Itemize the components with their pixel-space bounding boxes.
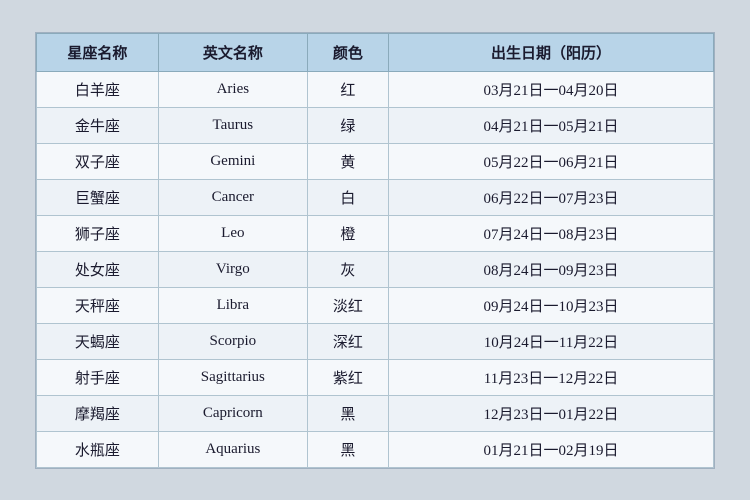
table-row: 狮子座Leo橙07月24日一08月23日 [37, 215, 714, 251]
cell-date: 03月21日一04月20日 [389, 71, 714, 107]
cell-english: Capricorn [158, 395, 307, 431]
cell-date: 12月23日一01月22日 [389, 395, 714, 431]
cell-date: 05月22日一06月21日 [389, 143, 714, 179]
table-row: 射手座Sagittarius紫红11月23日一12月22日 [37, 359, 714, 395]
cell-english: Aquarius [158, 431, 307, 467]
cell-date: 07月24日一08月23日 [389, 215, 714, 251]
table-row: 天秤座Libra淡红09月24日一10月23日 [37, 287, 714, 323]
cell-english: Cancer [158, 179, 307, 215]
zodiac-table: 星座名称 英文名称 颜色 出生日期（阳历） 白羊座Aries红03月21日一04… [36, 33, 714, 468]
cell-color: 红 [307, 71, 388, 107]
cell-color: 灰 [307, 251, 388, 287]
table-row: 处女座Virgo灰08月24日一09月23日 [37, 251, 714, 287]
cell-english: Taurus [158, 107, 307, 143]
cell-date: 04月21日一05月21日 [389, 107, 714, 143]
cell-english: Scorpio [158, 323, 307, 359]
cell-color: 白 [307, 179, 388, 215]
cell-date: 11月23日一12月22日 [389, 359, 714, 395]
cell-color: 黄 [307, 143, 388, 179]
cell-date: 09月24日一10月23日 [389, 287, 714, 323]
cell-english: Aries [158, 71, 307, 107]
cell-color: 绿 [307, 107, 388, 143]
cell-date: 01月21日一02月19日 [389, 431, 714, 467]
cell-chinese: 双子座 [37, 143, 159, 179]
cell-date: 10月24日一11月22日 [389, 323, 714, 359]
cell-chinese: 白羊座 [37, 71, 159, 107]
cell-english: Virgo [158, 251, 307, 287]
cell-english: Leo [158, 215, 307, 251]
cell-chinese: 狮子座 [37, 215, 159, 251]
cell-chinese: 处女座 [37, 251, 159, 287]
cell-date: 06月22日一07月23日 [389, 179, 714, 215]
cell-chinese: 天蝎座 [37, 323, 159, 359]
header-date: 出生日期（阳历） [389, 33, 714, 71]
zodiac-table-container: 星座名称 英文名称 颜色 出生日期（阳历） 白羊座Aries红03月21日一04… [35, 32, 715, 469]
cell-color: 橙 [307, 215, 388, 251]
table-row: 金牛座Taurus绿04月21日一05月21日 [37, 107, 714, 143]
table-row: 双子座Gemini黄05月22日一06月21日 [37, 143, 714, 179]
cell-color: 紫红 [307, 359, 388, 395]
cell-chinese: 金牛座 [37, 107, 159, 143]
table-row: 巨蟹座Cancer白06月22日一07月23日 [37, 179, 714, 215]
cell-chinese: 摩羯座 [37, 395, 159, 431]
cell-english: Sagittarius [158, 359, 307, 395]
cell-english: Gemini [158, 143, 307, 179]
header-color: 颜色 [307, 33, 388, 71]
cell-chinese: 水瓶座 [37, 431, 159, 467]
table-row: 水瓶座Aquarius黑01月21日一02月19日 [37, 431, 714, 467]
header-chinese: 星座名称 [37, 33, 159, 71]
cell-english: Libra [158, 287, 307, 323]
cell-date: 08月24日一09月23日 [389, 251, 714, 287]
table-row: 天蝎座Scorpio深红10月24日一11月22日 [37, 323, 714, 359]
table-row: 白羊座Aries红03月21日一04月20日 [37, 71, 714, 107]
table-row: 摩羯座Capricorn黑12月23日一01月22日 [37, 395, 714, 431]
cell-color: 淡红 [307, 287, 388, 323]
cell-color: 深红 [307, 323, 388, 359]
cell-chinese: 射手座 [37, 359, 159, 395]
header-english: 英文名称 [158, 33, 307, 71]
cell-chinese: 巨蟹座 [37, 179, 159, 215]
cell-chinese: 天秤座 [37, 287, 159, 323]
cell-color: 黑 [307, 395, 388, 431]
table-header-row: 星座名称 英文名称 颜色 出生日期（阳历） [37, 33, 714, 71]
cell-color: 黑 [307, 431, 388, 467]
